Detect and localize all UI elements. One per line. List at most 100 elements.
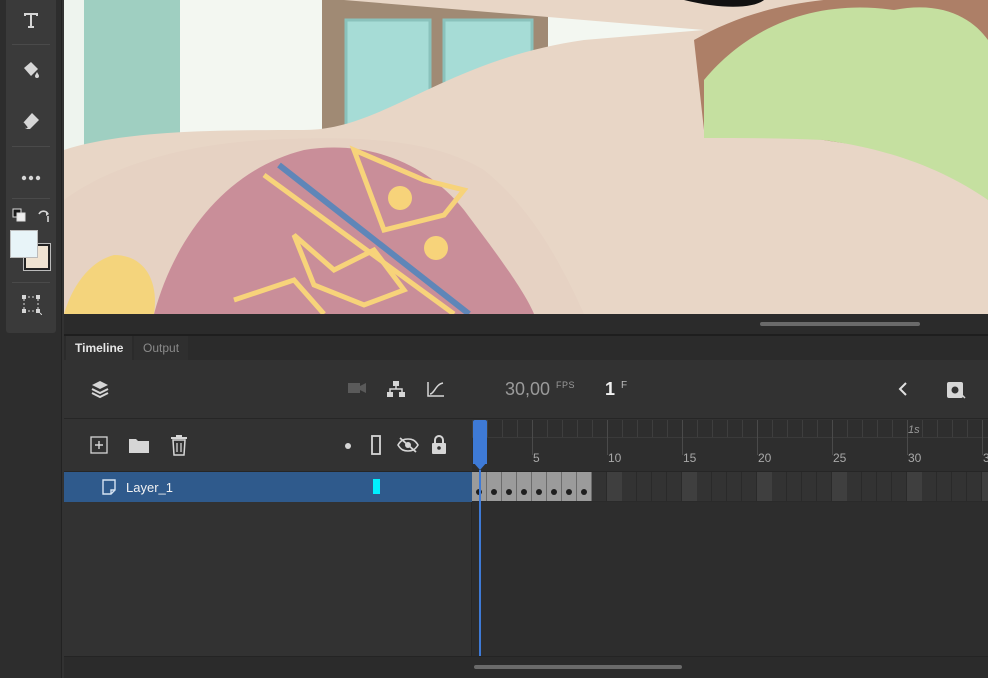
ruler-tick	[682, 420, 683, 455]
frame-cell[interactable]	[592, 472, 607, 501]
ruler-tick	[577, 420, 578, 437]
layer-outline-color[interactable]	[373, 479, 380, 494]
ellipsis-icon	[20, 174, 42, 182]
new-folder-icon[interactable]	[128, 436, 150, 454]
frame-cell[interactable]	[847, 472, 862, 501]
frame-cell[interactable]	[922, 472, 937, 501]
frame-cell-marker[interactable]	[907, 472, 922, 501]
frame-cell[interactable]	[697, 472, 712, 501]
ruler-label: 30	[908, 451, 922, 465]
playhead-handle[interactable]	[473, 420, 487, 464]
scrollbar-thumb[interactable]	[760, 322, 920, 326]
frame-cell[interactable]	[667, 472, 682, 501]
graph-easing-icon[interactable]	[426, 380, 446, 398]
layer-controls	[64, 420, 472, 472]
insert-keyframe-icon[interactable]	[946, 381, 966, 399]
text-tool[interactable]	[6, 0, 56, 40]
ruler-tick	[787, 420, 788, 437]
keyframe-cell[interactable]	[547, 472, 562, 501]
fps-value[interactable]: 30,00	[505, 379, 550, 400]
keyframe-cell[interactable]	[562, 472, 577, 501]
frame-cell[interactable]	[817, 472, 832, 501]
frame-cell[interactable]	[787, 472, 802, 501]
outline-toggle-icon[interactable]	[370, 435, 382, 455]
frame-cell[interactable]	[652, 472, 667, 501]
current-frame-value[interactable]: 1	[605, 379, 615, 400]
keyframe-cell[interactable]	[502, 472, 517, 501]
ruler-tick	[862, 420, 863, 437]
frame-cell[interactable]	[772, 472, 787, 501]
ruler-tick	[952, 420, 953, 437]
keyframe-dot	[521, 489, 527, 495]
layer-name[interactable]: Layer_1	[126, 480, 173, 495]
tool-separator	[12, 44, 50, 45]
chevron-left-icon[interactable]	[896, 381, 910, 397]
frame-cell[interactable]	[937, 472, 952, 501]
lock-icon[interactable]	[431, 435, 447, 455]
camera-icon[interactable]	[347, 380, 367, 396]
frame-cell[interactable]	[877, 472, 892, 501]
keyframe-dot	[506, 489, 512, 495]
frame-cell-marker[interactable]	[757, 472, 772, 501]
ruler-tick	[802, 420, 803, 437]
keyframe-cell[interactable]	[487, 472, 502, 501]
frame-cell-marker[interactable]	[832, 472, 847, 501]
transform-tool[interactable]	[6, 284, 56, 324]
frames-empty-area	[472, 502, 988, 656]
timeline-horizontal-scrollbar[interactable]	[64, 656, 988, 678]
frame-cell-marker[interactable]	[982, 472, 988, 501]
ruler-tick	[667, 420, 668, 437]
frame-cell[interactable]	[892, 472, 907, 501]
playhead-tip	[473, 462, 487, 470]
frame-cell[interactable]	[727, 472, 742, 501]
ruler-tick	[637, 420, 638, 437]
keyframe-cell[interactable]	[517, 472, 532, 501]
tab-output[interactable]: Output	[134, 336, 189, 360]
ruler-tick	[757, 420, 758, 455]
ruler-label: 3	[983, 451, 988, 465]
ruler-tick	[697, 420, 698, 437]
paint-bucket-icon	[20, 59, 42, 81]
stage-artwork	[64, 0, 988, 314]
layers-empty-area	[64, 502, 472, 656]
color-swatch-icon[interactable]	[10, 230, 52, 272]
stage-canvas[interactable]	[64, 0, 988, 314]
frame-cell[interactable]	[712, 472, 727, 501]
highlight-dot-icon[interactable]	[344, 442, 352, 450]
keyframe-cell[interactable]	[532, 472, 547, 501]
new-layer-icon[interactable]	[90, 436, 108, 454]
swap-icon[interactable]	[36, 208, 52, 229]
stage-horizontal-scrollbar[interactable]	[64, 314, 988, 334]
frame-cell[interactable]	[742, 472, 757, 501]
keyframe-dot	[566, 489, 572, 495]
visibility-hidden-icon[interactable]	[397, 436, 419, 454]
layer-frames[interactable]	[472, 472, 988, 502]
fill-color-swatch[interactable]	[10, 230, 38, 258]
frame-cell[interactable]	[952, 472, 967, 501]
paint-bucket-tool[interactable]	[6, 50, 56, 90]
default-colors-icon[interactable]	[12, 208, 26, 227]
frame-cell-marker[interactable]	[682, 472, 697, 501]
timeline-header-right: 30,00 FPS 1 F	[472, 360, 988, 419]
delete-icon[interactable]	[170, 434, 188, 456]
layer-row[interactable]: Layer_1	[64, 472, 472, 502]
frame-cell[interactable]	[802, 472, 817, 501]
eraser-tool[interactable]	[6, 100, 56, 140]
timeline-ruler[interactable]: 5 10 15 20 25 30 3 1s	[472, 420, 988, 472]
timeline-scrollbar-thumb[interactable]	[474, 665, 682, 669]
tab-timeline[interactable]: Timeline	[66, 336, 133, 360]
layer-parenting-icon[interactable]	[386, 380, 406, 398]
ruler-tick	[532, 420, 533, 455]
frame-cell[interactable]	[637, 472, 652, 501]
ruler-tick	[967, 420, 968, 437]
frame-cell[interactable]	[862, 472, 877, 501]
frame-cell[interactable]	[622, 472, 637, 501]
more-tools[interactable]	[6, 158, 56, 198]
layers-icon[interactable]	[90, 379, 110, 399]
ruler-label: 5	[533, 451, 540, 465]
frame-cell[interactable]	[967, 472, 982, 501]
keyframe-cell[interactable]	[577, 472, 592, 501]
frame-cell-marker[interactable]	[607, 472, 622, 501]
layer-type-icon	[102, 479, 116, 495]
ruler-label: 15	[683, 451, 697, 465]
